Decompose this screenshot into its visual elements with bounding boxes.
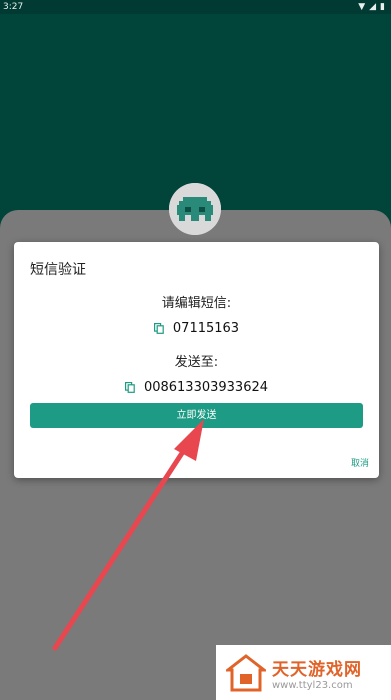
sms-content: 07115163 [172, 320, 240, 336]
phone-number: 008613303933624 [143, 379, 269, 395]
status-bar: 3:27 ▼ ◢ ▮ [0, 0, 391, 14]
battery-icon: ▮ [380, 2, 385, 12]
edit-sms-label: 请编辑短信: [161, 296, 232, 311]
send-now-button[interactable]: 立即发送 [30, 403, 363, 428]
signal-icon: ◢ [369, 2, 377, 12]
copy-icon[interactable] [153, 322, 164, 334]
watermark-title: 天天游戏网 [272, 660, 362, 680]
status-icons: ▼ ◢ ▮ [358, 0, 385, 14]
pixel-avatar-icon [169, 183, 221, 235]
dialog-title: 短信验证 [30, 262, 86, 278]
house-logo-icon [226, 654, 266, 692]
avatar [169, 183, 221, 235]
sms-verification-dialog: 短信验证 请编辑短信: 07115163 发送至: 00861330393362… [14, 242, 379, 478]
phone-number-row: 008613303933624 [14, 378, 379, 396]
cancel-button[interactable]: 取消 [351, 456, 369, 469]
watermark-url: www.ttyl23.com [272, 680, 353, 691]
wifi-icon: ▼ [358, 2, 366, 12]
status-time: 3:27 [3, 2, 24, 12]
send-to-label: 发送至: [174, 355, 219, 370]
sms-content-row: 07115163 [14, 319, 379, 337]
watermark: 天天游戏网 www.ttyl23.com [216, 645, 391, 700]
copy-icon[interactable] [124, 381, 135, 393]
